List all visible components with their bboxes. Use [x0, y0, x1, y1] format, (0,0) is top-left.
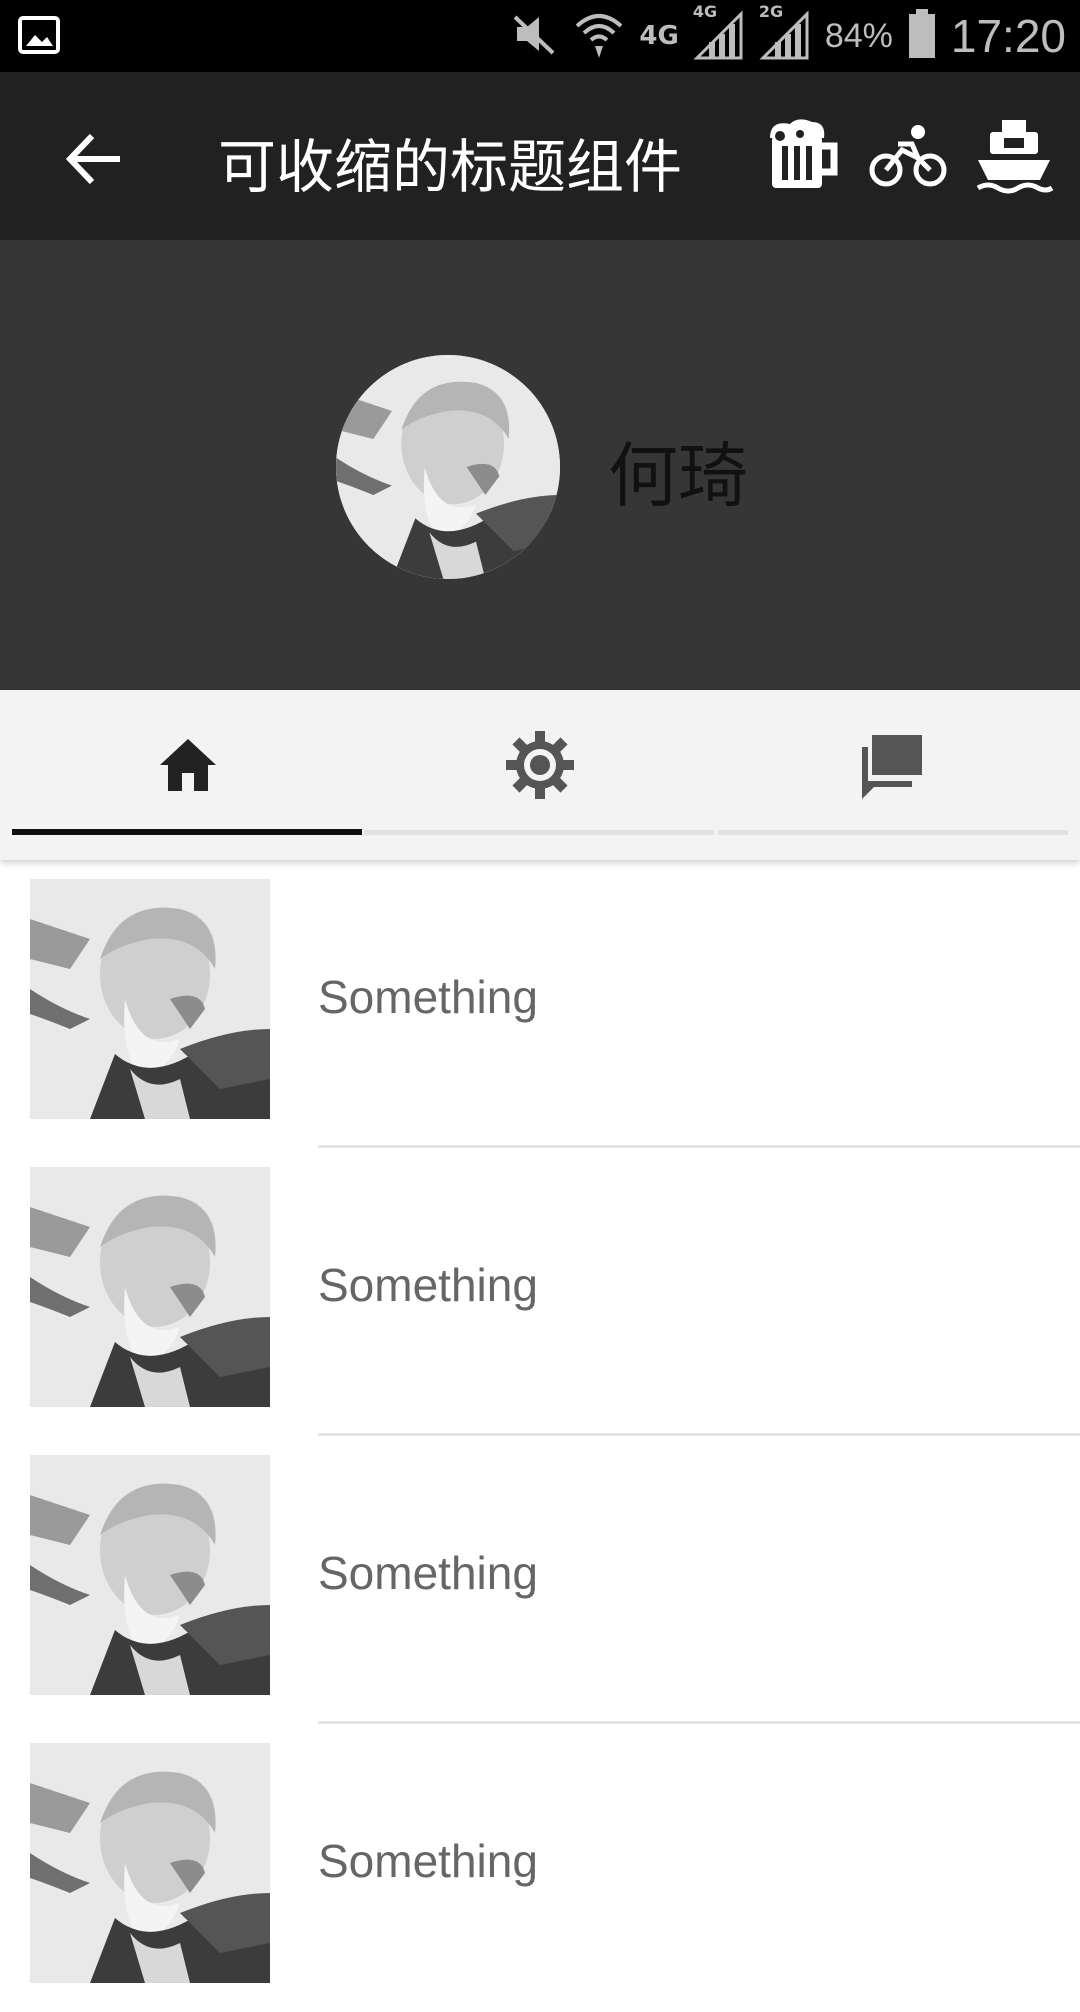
tab-bar	[0, 690, 1080, 860]
ship-icon	[976, 120, 1054, 194]
list-item[interactable]: Something	[0, 1436, 1080, 1724]
tab-underline	[364, 830, 714, 835]
battery-percent: 84%	[824, 16, 893, 55]
beer-mug-button[interactable]	[760, 114, 840, 194]
tab-underline	[718, 830, 1068, 835]
list-item[interactable]: Something	[0, 1724, 1080, 2012]
ship-button[interactable]	[974, 114, 1054, 194]
profile-header: 何琦	[0, 240, 1080, 690]
item-label: Something	[318, 1835, 538, 1887]
status-bar: 4G 4G 2G 84% 17:20	[0, 0, 1080, 72]
bicycle-icon	[869, 125, 947, 187]
item-thumbnail	[30, 879, 270, 1119]
battery-icon	[907, 9, 937, 63]
clock: 17:20	[950, 10, 1066, 62]
tab-indicator	[12, 829, 362, 835]
chat-icon	[862, 735, 922, 799]
home-icon	[160, 739, 216, 791]
page-title: 可收缩的标题组件	[218, 133, 683, 201]
toolbar: 可收缩的标题组件	[0, 72, 1080, 240]
avatar[interactable]	[336, 355, 560, 579]
tab-messages[interactable]	[716, 690, 1068, 840]
beer-mug-icon	[770, 119, 838, 188]
item-label: Something	[318, 1259, 538, 1311]
signal-icon: 4G	[693, 2, 745, 64]
bicycle-button[interactable]	[868, 114, 948, 194]
mute-icon	[509, 9, 559, 63]
list-item[interactable]: Something	[0, 1148, 1080, 1436]
list-item[interactable]: Something	[0, 860, 1080, 1148]
network-type-label: 4G	[639, 21, 679, 51]
wifi-icon	[573, 8, 625, 64]
settings-icon	[506, 731, 574, 799]
tab-settings[interactable]	[364, 690, 716, 840]
back-button[interactable]	[60, 124, 130, 194]
item-label: Something	[318, 1547, 538, 1599]
item-label: Something	[318, 971, 538, 1023]
gallery-icon	[18, 14, 60, 56]
item-thumbnail	[30, 1167, 270, 1407]
signal-icon: 2G	[759, 2, 811, 64]
status-icons: 4G 4G 2G 84% 17:20	[509, 0, 1066, 72]
item-thumbnail	[30, 1455, 270, 1695]
tab-home[interactable]	[12, 690, 364, 840]
arrow-back-icon	[65, 133, 120, 185]
item-thumbnail	[30, 1743, 270, 1983]
profile-name: 何琦	[608, 435, 748, 517]
item-list: Something Something Something Something	[0, 860, 1080, 2012]
